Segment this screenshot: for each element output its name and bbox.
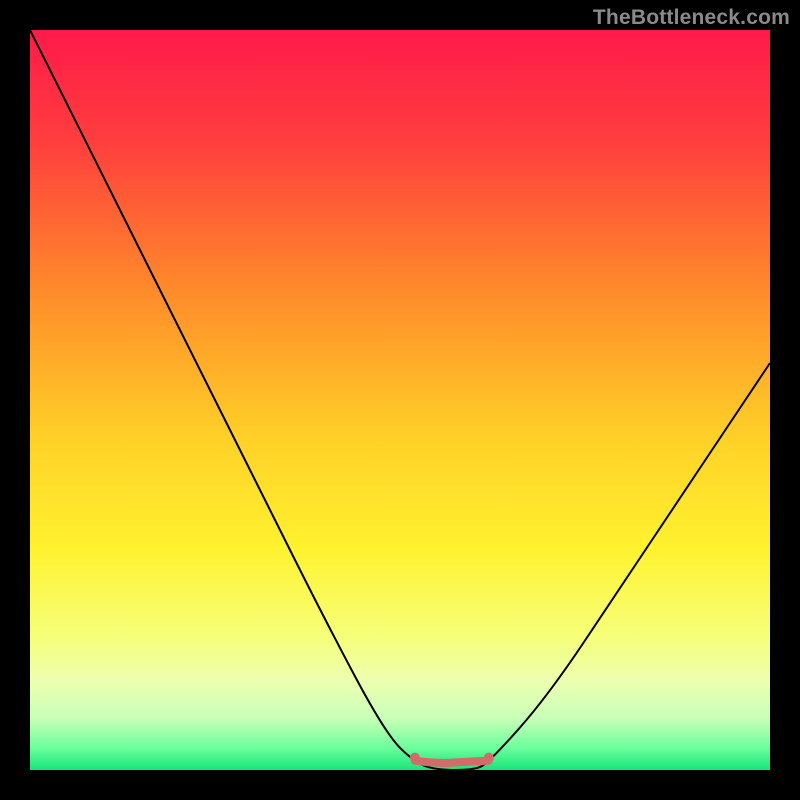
gradient-background <box>30 30 770 770</box>
chart-frame: TheBottleneck.com <box>0 0 800 800</box>
plot-area <box>30 30 770 770</box>
watermark-text: TheBottleneck.com <box>593 6 790 30</box>
bottleneck-chart <box>30 30 770 770</box>
